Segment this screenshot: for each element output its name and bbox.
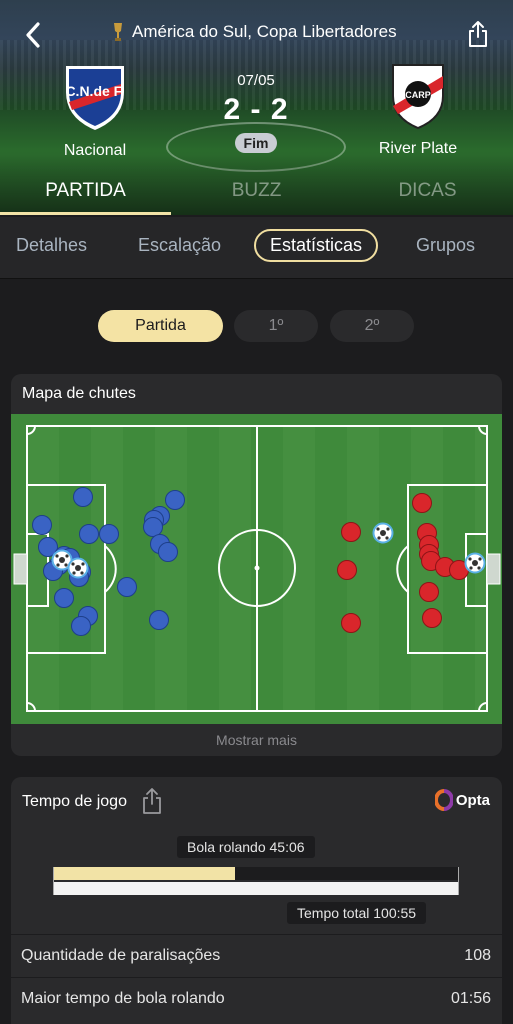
subtab-grupos[interactable]: Grupos — [416, 235, 475, 256]
score-block: 07/05 2 - 2 Fim — [186, 72, 326, 153]
total-time-track — [54, 882, 458, 895]
match-status-badge: Fim — [234, 133, 278, 153]
away-team-name: River Plate — [378, 140, 458, 157]
right-goal — [486, 553, 501, 585]
shot-map-card: Mapa de chutes Mostrar mais — [11, 374, 502, 756]
river-plate-crest-icon: CARP — [392, 64, 444, 130]
trophy-icon — [114, 23, 122, 41]
shot-map-field — [11, 414, 502, 724]
left-goal — [13, 553, 28, 585]
nacional-crest-icon: C.N.de F. — [65, 66, 125, 130]
away-shot-marker — [341, 522, 361, 542]
goal-ball-icon — [372, 522, 394, 544]
home-team[interactable]: C.N.de F. Nacional — [25, 62, 165, 160]
stat-row: Maior tempo de bola rolando 01:56 — [11, 977, 502, 1019]
away-shot-marker — [337, 560, 357, 580]
home-shot-marker — [165, 490, 185, 510]
opta-text: Opta — [455, 791, 490, 809]
match-date: 07/05 — [237, 72, 275, 89]
home-shot-marker — [117, 577, 137, 597]
away-shot-marker — [412, 493, 432, 513]
tab-dicas[interactable]: DICAS — [342, 172, 513, 215]
league-header[interactable]: América do Sul, Copa Libertadores — [112, 20, 397, 44]
ball-in-play-fill — [54, 867, 235, 880]
shot-map-title: Mapa de chutes — [22, 385, 136, 402]
home-shot-marker — [99, 524, 119, 544]
league-name: América do Sul, Copa Libertadores — [132, 22, 397, 41]
time-bar — [53, 867, 459, 895]
match-header: América do Sul, Copa Libertadores C.N.de… — [0, 0, 513, 215]
home-shot-marker — [32, 515, 52, 535]
home-shot-marker — [143, 517, 163, 537]
share-icon[interactable] — [467, 20, 489, 48]
home-shot-marker — [73, 487, 93, 507]
home-shot-marker — [149, 610, 169, 630]
tab-buzz[interactable]: BUZZ — [171, 172, 342, 215]
game-time-title: Tempo de jogo — [22, 793, 127, 810]
opta-mark-icon — [434, 789, 453, 811]
total-time-chip: Tempo total 100:55 — [287, 902, 427, 924]
home-shot-marker — [71, 616, 91, 636]
stat-label: Quantidade de paralisações — [21, 946, 221, 964]
period-pill-second-half[interactable]: 2º — [330, 310, 414, 342]
main-tabs: PARTIDA BUZZ DICAS — [0, 172, 513, 215]
stat-value: 01:56 — [450, 989, 491, 1007]
opta-logo: Opta — [434, 789, 490, 811]
ball-in-play-chip: Bola rolando 45:06 — [177, 836, 315, 858]
goal-ball-icon — [67, 557, 89, 579]
away-shot-marker — [419, 582, 439, 602]
sub-tabs: Detalhes Escalação Estatísticas Grupos — [0, 217, 513, 279]
game-time-card: Tempo de jogo Opta Bola rolando 45:06 Te… — [11, 777, 502, 1024]
away-crest-text: CARP — [405, 90, 431, 100]
match-score: 2 - 2 — [223, 93, 289, 126]
stat-label: Maior tempo de bola rolando — [21, 989, 225, 1007]
show-more-link[interactable]: Mostrar mais — [11, 732, 502, 748]
share-icon[interactable] — [141, 787, 163, 815]
goal-ball-icon — [464, 552, 486, 574]
stat-row: Quantidade de paralisações 108 — [11, 934, 502, 976]
away-team[interactable]: CARP River Plate — [348, 62, 488, 158]
away-shot-marker — [341, 613, 361, 633]
home-shot-marker — [158, 542, 178, 562]
subtab-detalhes[interactable]: Detalhes — [16, 235, 87, 256]
period-pill-match[interactable]: Partida — [98, 310, 223, 342]
period-pill-first-half[interactable]: 1º — [234, 310, 318, 342]
stat-value: 108 — [464, 946, 491, 964]
away-shot-marker — [422, 608, 442, 628]
tab-partida[interactable]: PARTIDA — [0, 172, 171, 215]
home-team-name: Nacional — [63, 142, 127, 159]
subtab-escalacao[interactable]: Escalação — [138, 235, 221, 256]
home-shot-marker — [54, 588, 74, 608]
home-shot-marker — [79, 524, 99, 544]
home-crest-text: C.N.de F. — [65, 83, 124, 99]
subtab-estatisticas[interactable]: Estatísticas — [254, 229, 379, 262]
back-arrow-icon[interactable] — [22, 20, 44, 50]
